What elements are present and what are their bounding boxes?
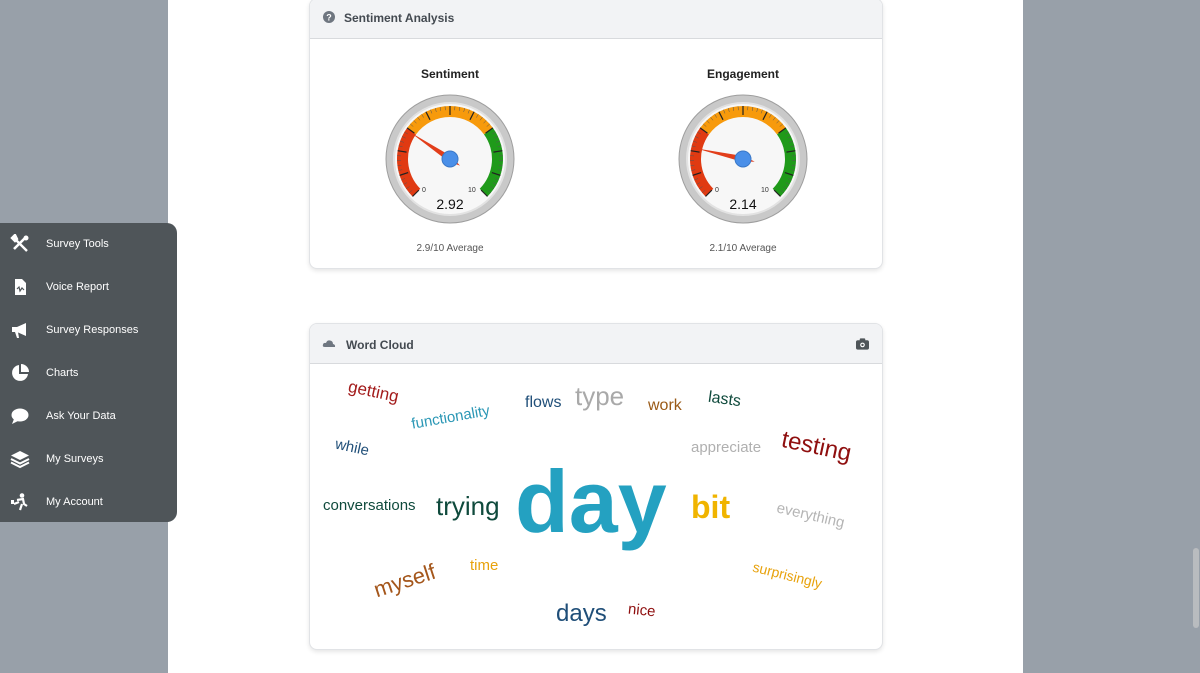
word-cloud-word: flows (525, 394, 562, 411)
word-cloud-word: nice (627, 600, 657, 621)
chat-bubble-icon (11, 408, 29, 424)
engagement-gauge: Engagement 2.14 0 10 2.1/10 Average (663, 67, 823, 267)
word-cloud-word: getting (346, 376, 401, 407)
camera-icon[interactable] (856, 338, 869, 350)
word-cloud-word: everything (774, 499, 847, 532)
sidebar-item-my-surveys[interactable]: My Surveys (0, 438, 177, 480)
gauge-hub (734, 150, 752, 168)
word-cloud-word: day (515, 452, 667, 551)
word-cloud-word: work (648, 397, 682, 414)
layers-icon (10, 451, 30, 469)
sidebar-item-label: My Account (46, 496, 103, 508)
word-cloud-word: appreciate (691, 439, 762, 456)
svg-text:?: ? (326, 13, 332, 23)
sidebar: Survey Tools Voice Report Survey Respons… (0, 223, 177, 522)
gauge-title: Sentiment (420, 67, 479, 81)
word-cloud-area: getting flows type work lasts functional… (310, 365, 882, 649)
sentiment-card-header: ? Sentiment Analysis (310, 0, 882, 39)
sidebar-item-survey-responses[interactable]: Survey Responses (0, 309, 177, 351)
gauge-min-label: 0 (715, 187, 719, 194)
word-cloud-word: myself (370, 558, 439, 603)
gauge-value: 2.14 (729, 196, 757, 212)
sentiment-analysis-card: ? Sentiment Analysis Sentiment 2.92 0 10… (309, 0, 883, 269)
gauge-min-label: 0 (422, 187, 426, 194)
sidebar-item-voice-report[interactable]: Voice Report (0, 266, 177, 308)
scrollbar-thumb[interactable] (1193, 548, 1199, 628)
word-cloud-header: Word Cloud (310, 324, 882, 364)
sentiment-card-title: Sentiment Analysis (344, 11, 455, 25)
word-cloud-word: type (575, 381, 625, 411)
word-cloud-card: Word Cloud getting flows type work lasts… (309, 323, 883, 650)
word-cloud-word: bit (691, 489, 731, 525)
sidebar-item-label: Charts (46, 367, 79, 379)
gauge-average: 2.9/10 Average (416, 243, 484, 254)
word-cloud-word: time (470, 557, 499, 574)
help-icon[interactable]: ? (322, 10, 336, 24)
word-cloud-word: while (333, 435, 371, 460)
word-cloud-word: functionality (410, 402, 492, 433)
gauge-hub (441, 150, 459, 168)
gauge-max-label: 10 (761, 187, 769, 194)
gauge-max-label: 10 (468, 187, 476, 194)
main-content: ? Sentiment Analysis Sentiment 2.92 0 10… (168, 0, 1023, 673)
sidebar-item-label: My Surveys (46, 453, 104, 465)
sidebar-item-my-account[interactable]: My Account (0, 481, 177, 523)
sidebar-item-charts[interactable]: Charts (0, 352, 177, 394)
cloud-icon (322, 340, 336, 347)
word-cloud-title: Word Cloud (346, 338, 414, 352)
sidebar-item-ask-your-data[interactable]: Ask Your Data (0, 395, 177, 437)
sentiment-gauge: Sentiment 2.92 0 10 2.9/10 Average (370, 67, 530, 267)
word-cloud-word: testing (779, 425, 854, 468)
sidebar-item-label: Voice Report (46, 281, 109, 293)
word-cloud-word: conversations (323, 497, 416, 514)
sidebar-item-label: Survey Tools (46, 238, 109, 250)
sidebar-item-label: Survey Responses (46, 324, 139, 336)
account-icon (11, 493, 28, 511)
gauge-value: 2.92 (436, 196, 464, 212)
gauge-average: 2.1/10 Average (709, 243, 777, 254)
sidebar-item-survey-tools[interactable]: Survey Tools (0, 223, 177, 265)
word-cloud-word: surprisingly (751, 558, 824, 592)
word-cloud-word: lasts (707, 388, 742, 411)
word-cloud-word: days (556, 600, 607, 627)
pie-chart-icon (12, 364, 29, 381)
sidebar-item-label: Ask Your Data (46, 410, 116, 422)
megaphone-icon (12, 323, 26, 338)
voice-report-icon (15, 279, 26, 295)
gauge-title: Engagement (706, 67, 779, 81)
word-cloud-word: trying (436, 491, 500, 521)
tools-icon (10, 234, 29, 252)
